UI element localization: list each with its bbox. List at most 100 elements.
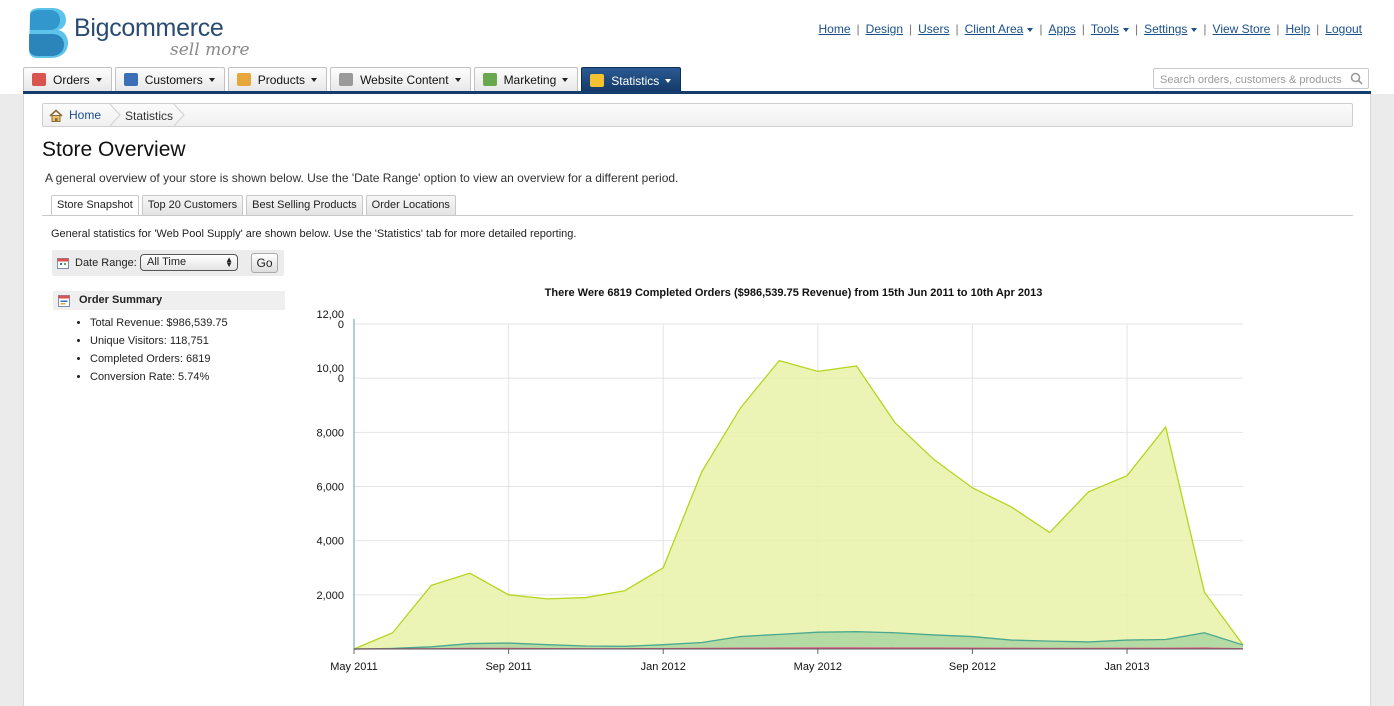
subtabs: Store Snapshot Top 20 Customers Best Selli… [51, 195, 459, 216]
nav-tab-customers[interactable]: Customers [114, 67, 225, 91]
products-icon [236, 73, 251, 86]
top-link-design[interactable]: Design [866, 22, 903, 36]
chevron-down-icon [454, 77, 461, 82]
orders-chart: There Were 6819 Completed Orders ($986,5… [299, 287, 1244, 688]
link-separator: | [1276, 22, 1280, 36]
subtab-best-selling-products[interactable]: Best Selling Products [246, 195, 363, 215]
page-title: Store Overview [42, 138, 186, 161]
x-tick-label: Sep 2012 [949, 661, 996, 673]
date-range-select[interactable]: All Time ▲ ▼ [140, 254, 238, 271]
breadcrumb-separator-icon [173, 103, 185, 127]
y-tick-label: 8,000 [316, 427, 344, 439]
top-link-help[interactable]: Help [1285, 22, 1310, 36]
search-input[interactable] [1158, 70, 1352, 89]
link-separator: | [856, 22, 860, 36]
statistics-icon [590, 74, 605, 87]
main-navigation: Orders Customers Products Website Content Ma… [0, 66, 1394, 94]
top-link-client-area[interactable]: Client Area [965, 22, 1024, 36]
subtab-divider [42, 215, 1353, 216]
nav-tab-website-content[interactable]: Website Content [330, 67, 471, 91]
home-icon [49, 108, 63, 122]
logo-tagline: sell more [170, 40, 250, 60]
search-icon[interactable] [1350, 72, 1363, 85]
order-summary-item: Unique Visitors: 118,751 [90, 332, 285, 350]
subtab-order-locations[interactable]: Order Locations [365, 195, 456, 215]
nav-tab-label: Statistics [611, 73, 660, 88]
search-box [1153, 68, 1369, 89]
chevron-down-icon[interactable] [1027, 27, 1034, 32]
calendar-icon [57, 258, 69, 269]
nav-tab-statistics[interactable]: Statistics [581, 67, 682, 93]
y-tick-label: 2,000 [316, 590, 344, 602]
date-range-bar: Date Range: All Time ▲ ▼ Go [52, 250, 284, 276]
nav-tab-label: Customers [144, 72, 203, 87]
website-content-icon [339, 73, 354, 86]
nav-tab-products[interactable]: Products [227, 67, 328, 91]
link-separator: | [909, 22, 913, 36]
order-summary-list: Total Revenue: $986,539.75Unique Visitor… [53, 314, 285, 386]
link-separator: | [955, 22, 959, 36]
y-tick-label: 12,00 0 [316, 309, 344, 331]
chevron-down-icon[interactable] [1191, 27, 1198, 32]
chevron-down-icon [95, 77, 102, 82]
chevron-down-icon [311, 77, 318, 82]
nav-tab-label: Website Content [360, 72, 449, 87]
order-summary-header: Order Summary [53, 291, 285, 310]
page-intro: A general overview of your store is show… [45, 171, 679, 185]
y-tick-label: 6,000 [316, 482, 344, 494]
date-range-label: Date Range: [75, 257, 137, 269]
breadcrumb-home-label: Home [69, 108, 102, 122]
y-tick-label: 4,000 [316, 536, 344, 548]
nav-tab-label: Marketing [503, 72, 557, 87]
order-summary-item: Total Revenue: $986,539.75 [90, 314, 285, 332]
chart-svg: There Were 6819 Completed Orders ($986,5… [316, 287, 1244, 673]
chevron-down-icon [665, 78, 672, 83]
nav-tabs: Orders Customers Products Website Content Ma… [23, 67, 684, 93]
x-tick-label: Sep 2011 [485, 661, 531, 673]
series-area-0 [354, 360, 1243, 649]
top-link-logout[interactable]: Logout [1325, 22, 1362, 36]
top-link-tools[interactable]: Tools [1091, 22, 1119, 36]
marketing-icon [482, 73, 497, 86]
chevron-down-icon[interactable] [1122, 27, 1129, 32]
breadcrumb: Home Statistics [42, 103, 1353, 127]
top-link-users[interactable]: Users [918, 22, 949, 36]
link-separator: | [1134, 22, 1139, 36]
breadcrumb-separator-icon [109, 103, 121, 127]
subtab-top-20-customers[interactable]: Top 20 Customers [141, 195, 244, 215]
subtab-store-snapshot[interactable]: Store Snapshot [51, 195, 139, 216]
header: Bigcommerce sell more Home | Design | Users |… [0, 0, 1394, 66]
top-link-settings[interactable]: Settings [1144, 22, 1187, 36]
main-content: Home Statistics Store Overview A general… [23, 94, 1371, 706]
top-links: Home | Design | Users | Client Area | Apps | Tools… [819, 22, 1362, 36]
chart-title: There Were 6819 Completed Orders ($986,5… [545, 287, 1043, 299]
x-tick-label: May 2012 [794, 661, 842, 673]
summary-icon [58, 295, 70, 307]
link-separator: | [1316, 22, 1320, 36]
orders-icon [32, 73, 46, 86]
stats-note: General statistics for 'Web Pool Supply'… [51, 228, 577, 240]
nav-tab-marketing[interactable]: Marketing [473, 67, 579, 91]
top-link-home[interactable]: Home [819, 22, 851, 36]
order-summary-item: Conversion Rate: 5.74% [90, 368, 285, 386]
x-tick-label: Jan 2013 [1104, 661, 1149, 673]
link-separator: | [1081, 22, 1085, 36]
logo-text: Bigcommerce [74, 14, 224, 42]
breadcrumb-current: Statistics [125, 109, 174, 123]
logo-mark-icon [29, 8, 68, 58]
x-tick-label: Jan 2012 [641, 661, 686, 673]
x-tick-label: May 2011 [330, 661, 378, 673]
top-link-view-store[interactable]: View Store [1213, 22, 1271, 36]
go-button[interactable]: Go [251, 253, 278, 273]
breadcrumb-home[interactable]: Home [49, 108, 101, 122]
nav-tab-label: Orders [53, 72, 90, 87]
nav-tab-orders[interactable]: Orders [23, 67, 112, 91]
link-separator: | [1039, 22, 1043, 36]
y-tick-label: 10,00 0 [316, 363, 344, 385]
date-range-value: All Time [147, 256, 187, 268]
top-link-apps[interactable]: Apps [1048, 22, 1075, 36]
nav-tab-label: Products [257, 72, 306, 87]
chevron-down-icon [208, 77, 215, 82]
order-summary: Order Summary Total Revenue: $986,539.75… [53, 291, 285, 386]
bigcommerce-logo[interactable]: Bigcommerce sell more [26, 8, 266, 64]
